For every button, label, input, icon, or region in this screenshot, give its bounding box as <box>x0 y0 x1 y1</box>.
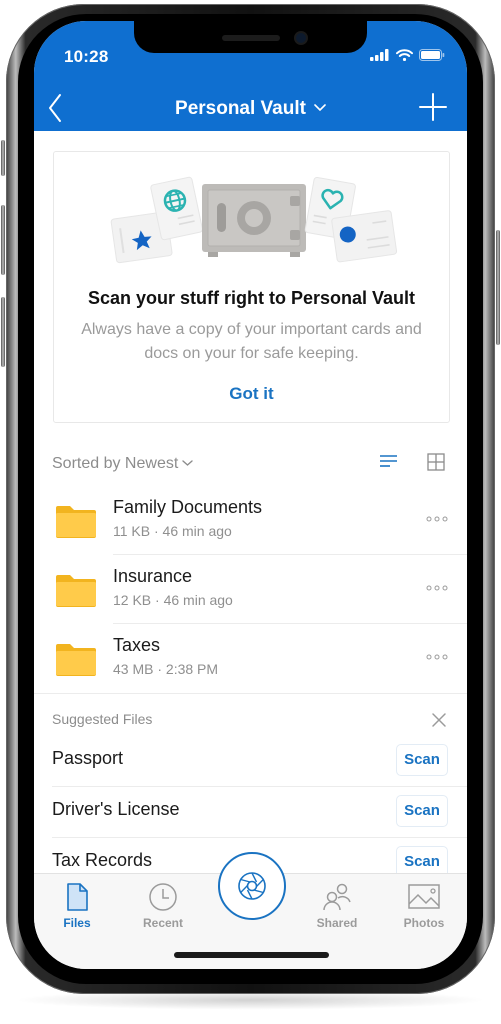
status-icons <box>370 49 445 61</box>
sort-bar: Sorted by Newest <box>52 451 452 477</box>
file-icon <box>67 883 88 911</box>
promo-description: Always have a copy of your important car… <box>81 321 422 362</box>
section-divider <box>34 693 467 694</box>
scan-button[interactable]: Scan <box>396 744 448 776</box>
tab-files[interactable]: Files <box>42 882 112 934</box>
sort-dropdown[interactable]: Sorted by Newest <box>52 453 193 473</box>
clock-icon <box>149 883 177 911</box>
grid-view-icon[interactable] <box>427 453 445 471</box>
chevron-down-icon <box>314 95 326 117</box>
promo-title: Scan your stuff right to Personal Vault <box>87 288 416 308</box>
more-options-icon[interactable] <box>425 582 449 594</box>
power-button <box>496 230 500 345</box>
phone-screen: 10:28 Personal Vault Scan your stuff rig… <box>34 21 467 969</box>
file-meta: 11 KB · 46 min ago <box>113 523 232 539</box>
chevron-down-icon <box>182 453 193 471</box>
more-options-icon[interactable] <box>425 651 449 663</box>
file-meta: 43 MB · 2:38 PM <box>113 661 219 677</box>
list-view-icon[interactable] <box>380 454 398 470</box>
row-divider <box>52 786 467 787</box>
cellular-signal-icon <box>370 49 389 61</box>
file-row[interactable]: Taxes 43 MB · 2:38 PM <box>34 624 467 693</box>
file-row[interactable]: Family Documents 11 KB · 46 min ago <box>34 486 467 555</box>
camera-shutter-icon <box>238 872 266 900</box>
device-notch <box>134 21 367 53</box>
scan-camera-button[interactable] <box>218 852 286 920</box>
front-camera <box>296 33 306 43</box>
tab-recent[interactable]: Recent <box>128 882 198 934</box>
suggested-file-name: Driver's License <box>52 799 180 819</box>
suggested-files-heading: Suggested Files <box>52 711 153 727</box>
file-meta: 12 KB · 46 min ago <box>113 592 233 608</box>
tab-photos[interactable]: Photos <box>389 882 459 934</box>
id-card-illustration <box>331 210 398 263</box>
tab-label: Photos <box>403 916 445 930</box>
folder-icon <box>56 644 96 676</box>
mute-switch <box>1 140 5 176</box>
file-name: Family Documents <box>113 497 263 517</box>
home-indicator[interactable] <box>174 952 329 958</box>
suggested-file-row: Passport Scan <box>34 737 467 787</box>
volume-up-button <box>1 205 5 275</box>
file-row[interactable]: Insurance 12 KB · 46 min ago <box>34 555 467 624</box>
suggested-file-name: Passport <box>52 748 124 768</box>
wifi-icon <box>396 49 413 61</box>
tab-label: Files <box>63 916 91 930</box>
suggested-file-name: Tax Records <box>52 850 153 870</box>
safe-illustration <box>202 184 306 257</box>
sort-label: Sorted by Newest <box>52 455 179 472</box>
image-icon <box>408 884 440 909</box>
earpiece-speaker <box>222 35 280 41</box>
volume-down-button <box>1 297 5 367</box>
page-title: Personal Vault <box>175 98 306 119</box>
scan-button[interactable]: Scan <box>396 795 448 827</box>
personal-vault-promo-card: Scan your stuff right to Personal Vault … <box>53 151 450 423</box>
file-name: Insurance <box>113 566 193 586</box>
suggested-file-row: Driver's License Scan <box>34 788 467 838</box>
more-options-icon[interactable] <box>425 513 449 525</box>
page-title-dropdown[interactable]: Personal Vault <box>34 95 467 120</box>
row-divider <box>52 837 467 838</box>
people-icon <box>323 883 351 911</box>
folder-icon <box>56 575 96 607</box>
tab-shared[interactable]: Shared <box>302 882 372 934</box>
file-name: Taxes <box>113 635 161 655</box>
vault-illustration <box>110 176 398 264</box>
app-header: 10:28 Personal Vault <box>34 21 467 131</box>
folder-icon <box>56 506 96 538</box>
tab-label: Recent <box>142 916 183 930</box>
battery-icon <box>419 49 445 61</box>
close-icon[interactable] <box>431 712 447 728</box>
got-it-button[interactable]: Got it <box>54 384 449 404</box>
tab-label: Shared <box>316 916 358 930</box>
plus-icon[interactable] <box>419 93 447 121</box>
status-time: 10:28 <box>64 47 109 66</box>
